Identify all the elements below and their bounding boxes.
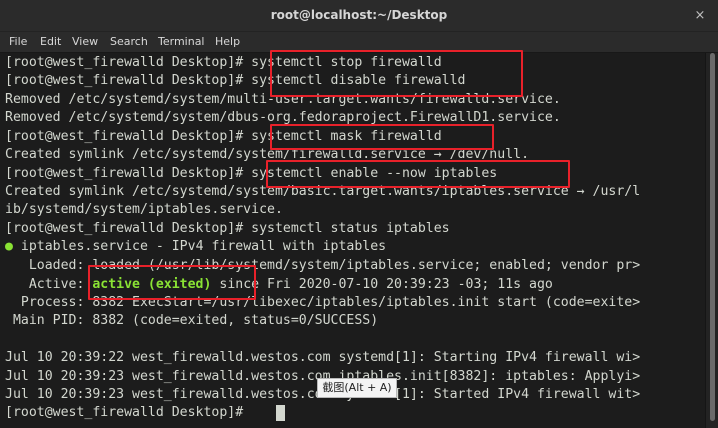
terminal-window: root@localhost:~/Desktop × File Edit Vie…	[0, 0, 718, 428]
close-icon[interactable]: ×	[691, 7, 709, 25]
highlight-enable-iptables	[266, 160, 570, 188]
menu-help[interactable]: Help	[215, 35, 240, 48]
terminal-cursor	[276, 405, 285, 421]
terminal-text: [root@west_firewalld Desktop]#	[5, 405, 252, 420]
terminal-line: ib/systemd/system/iptables.service.	[5, 201, 283, 219]
terminal-text: Active:	[5, 277, 93, 292]
terminal-text: ib/systemd/system/iptables.service.	[5, 202, 283, 217]
menu-view[interactable]: View	[72, 35, 98, 48]
terminal-output[interactable]: [root@west_firewalld Desktop]# systemctl…	[0, 53, 705, 428]
terminal-text: Jul 10 20:39:22 west_firewalld.westos.co…	[5, 350, 641, 365]
menu-search[interactable]: Search	[110, 35, 148, 48]
terminal-line: Main PID: 8382 (code=exited, status=0/SU…	[5, 312, 378, 330]
terminal-line: [root@west_firewalld Desktop]#	[5, 404, 251, 422]
scrollbar[interactable]	[705, 53, 718, 428]
status-dot-icon: ●	[5, 239, 13, 254]
terminal-text: Removed /etc/systemd/system/dbus-org.fed…	[5, 110, 561, 125]
terminal-line: ● iptables.service - IPv4 firewall with …	[5, 238, 386, 256]
title-bar[interactable]: root@localhost:~/Desktop ×	[0, 0, 718, 32]
terminal-text: [root@west_firewalld Desktop]# systemctl…	[5, 221, 450, 236]
terminal-line: [root@west_firewalld Desktop]# systemctl…	[5, 220, 450, 238]
terminal-line: Jul 10 20:39:22 west_firewalld.westos.co…	[5, 349, 640, 367]
menu-terminal[interactable]: Terminal	[158, 35, 205, 48]
screenshot-tooltip: 截图(Alt + A)	[317, 378, 397, 398]
terminal-text: Main PID: 8382 (code=exited, status=0/SU…	[5, 313, 379, 328]
highlight-stop-disable-firewalld	[270, 50, 523, 97]
terminal-text: since Fri 2020-07-10 20:39:23 -03; 11s a…	[211, 277, 553, 292]
menu-file[interactable]: File	[9, 35, 27, 48]
menu-edit[interactable]: Edit	[40, 35, 61, 48]
highlight-mask-firewalld	[270, 124, 494, 150]
window-title: root@localhost:~/Desktop	[270, 8, 448, 22]
scrollbar-thumb[interactable]	[710, 53, 715, 421]
terminal-text: iptables.service - IPv4 firewall with ip…	[12, 239, 387, 254]
highlight-active-exited	[88, 265, 256, 300]
